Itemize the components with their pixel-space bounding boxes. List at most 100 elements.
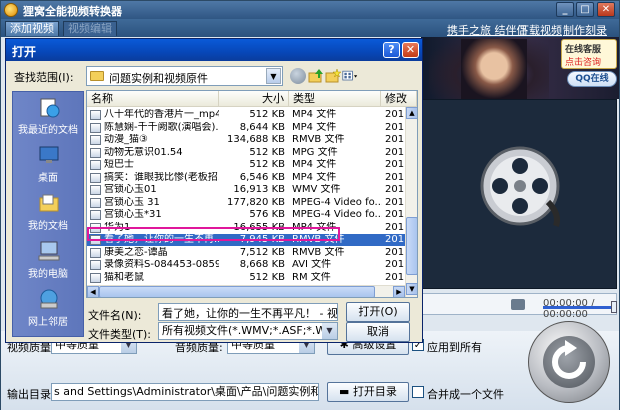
file-row[interactable]: 短巴士 512 KB MP4 文件 2011- (87, 159, 405, 171)
file-modified: 2011- (385, 221, 405, 233)
file-row[interactable]: 华为1 16,655 KB MP4 文件 2011- (87, 222, 405, 234)
online-service-label: 在线客服 (565, 45, 602, 55)
file-name: 八十年代的香港片一_mp4 (104, 109, 219, 120)
dialog-title: 打开 (12, 45, 37, 59)
dialog-close-button[interactable]: ✕ (402, 42, 419, 58)
dialog-titlebar: 打开 ? ✕ (6, 39, 422, 61)
new-folder-icon[interactable] (325, 68, 341, 84)
app-titlebar: 狸窝全能视频转换器 _ □ ✕ (1, 1, 619, 19)
place-recent[interactable]: 我最近的文档 (13, 94, 83, 140)
file-type: MP4 文件 (292, 121, 337, 133)
file-name: 短巴士 (104, 159, 134, 170)
place-network[interactable]: 网上邻居 (13, 286, 83, 332)
mpeg4-file-icon (90, 210, 101, 220)
app-logo-icon (4, 3, 18, 17)
scroll-right-icon[interactable]: ▶ (393, 286, 405, 297)
place-my-documents[interactable]: 我的文档 (13, 190, 83, 236)
file-type: MP4 文件 (292, 221, 337, 233)
filetype-select[interactable]: 所有视频文件(*.WMV;*.ASF;*.WMA;*.AVI; ▼ (158, 322, 338, 340)
open-dir-button[interactable]: ▬ 打开目录 (327, 382, 409, 402)
file-row[interactable]: 录像资料S-084453-085952... 8,668 KB AVI 文件 2011… (87, 259, 405, 271)
apply-all-label: 应用到所有 (427, 341, 482, 354)
file-type: MP4 文件 (292, 171, 337, 183)
file-type: RMVB 文件 (292, 234, 345, 245)
file-row[interactable]: 陈慧娴-千千阙歌(演唱会)... 8,644 KB MP4 文件 2011- (87, 122, 405, 134)
qq-online-button[interactable]: QQ在线 (567, 71, 617, 87)
file-row[interactable]: 宫锁心玉 31 177,820 KB MPEG-4 Video fo...2011- (87, 197, 405, 209)
column-name-header[interactable]: 名称 (87, 91, 219, 107)
file-list[interactable]: 名称 大小 类型 修改 八十年代的香港片一_mp4 512 KB MP4 文件 201… (86, 90, 418, 298)
place-label: 桌面 (38, 173, 58, 184)
tab-add-video[interactable]: 添加视频 (5, 21, 59, 36)
file-modified: 2011- (385, 234, 405, 245)
file-size: 512 KB (249, 271, 285, 283)
file-name: 搞笑：谁眼我比惨(老板招... (104, 171, 219, 183)
scroll-up-icon[interactable]: ▲ (406, 107, 417, 119)
volume-knob[interactable] (611, 301, 617, 313)
chevron-down-icon: ▼ (266, 68, 281, 84)
open-button[interactable]: 打开(O) (346, 302, 410, 322)
file-row[interactable]: 看了她，让你的一生不再... 7,945 KB RMVB 文件 2011- (87, 234, 405, 246)
minimize-button[interactable]: _ (556, 2, 574, 17)
close-button[interactable]: ✕ (597, 2, 615, 17)
place-label: 我最近的文档 (18, 125, 78, 136)
output-dir-input[interactable]: s and Settings\Administrator\桌面\产品\问题实例和… (51, 383, 319, 401)
file-row[interactable]: 动漫_猫③ 134,688 KB RMVB 文件 2011- (87, 134, 405, 146)
folder-icon: ▬ (339, 385, 353, 398)
file-modified: 2011- (385, 196, 405, 208)
link-download-video[interactable]: 下载视频 (518, 22, 562, 38)
file-name: 康美之恋-谭晶 (104, 246, 168, 258)
place-label: 网上邻居 (28, 317, 68, 328)
merge-checkbox[interactable] (412, 386, 424, 398)
file-row[interactable]: 猫和老鼠 512 KB RM 文件 2011- (87, 272, 405, 284)
file-row[interactable]: 搞笑：谁眼我比惨(老板招... 6,546 KB MP4 文件 2011- (87, 172, 405, 184)
scroll-left-icon[interactable]: ◀ (87, 286, 99, 297)
place-desktop[interactable]: 桌面 (13, 142, 83, 188)
scroll-thumb[interactable] (99, 286, 375, 297)
file-name: 宫锁心玉 31 (104, 196, 160, 208)
horizontal-scrollbar[interactable]: ◀ ▶ (87, 285, 405, 297)
tab-video-edit[interactable]: 视频编辑 (63, 21, 117, 36)
convert-button[interactable] (528, 321, 610, 403)
place-my-computer[interactable]: 我的电脑 (13, 238, 83, 284)
file-modified: 2011- (385, 259, 405, 270)
rmvb-file-icon (90, 135, 101, 145)
online-service-button[interactable]: 在线客服 点击咨询 (561, 39, 617, 69)
scroll-thumb[interactable] (406, 217, 417, 275)
help-button[interactable]: ? (383, 42, 400, 58)
file-row[interactable]: 宫锁心玉*31 576 KB MPEG-4 Video fo...2011- (87, 209, 405, 221)
volume-slider[interactable] (543, 306, 611, 309)
mp4-file-icon (90, 160, 101, 170)
back-icon[interactable] (290, 68, 306, 84)
column-type-header[interactable]: 类型 (289, 91, 381, 107)
file-modified: 2011- (385, 134, 405, 145)
view-menu-icon[interactable] (342, 68, 358, 84)
file-type: MPEG-4 Video fo... (292, 196, 382, 208)
maximize-button[interactable]: □ (576, 2, 594, 17)
column-size-header[interactable]: 大小 (219, 91, 289, 107)
file-size: 8,668 KB (239, 259, 285, 270)
app-title: 狸窝全能视频转换器 (23, 5, 122, 18)
file-row[interactable]: 康美之恋-谭晶 7,512 KB RMVB 文件 2011- (87, 247, 405, 259)
scroll-down-icon[interactable]: ▼ (406, 283, 417, 295)
snapshot-camera-icon[interactable] (511, 299, 525, 310)
open-file-dialog: 打开 ? ✕ 查找范围(I): 问题实例和视频原件 ▼ 我最近的文档 桌面 我的… (5, 38, 423, 343)
file-type: MPEG-4 Video fo... (292, 209, 382, 220)
lookin-label: 查找范围(I): (14, 71, 74, 84)
cancel-button[interactable]: 取消 (346, 322, 410, 342)
up-folder-icon[interactable] (308, 68, 324, 84)
file-row[interactable]: 宫锁心玉01 16,913 KB WMV 文件 2011- (87, 184, 405, 196)
filename-input[interactable]: 看了她，让你的一生不再平凡！ - 视频 - (158, 303, 338, 321)
column-modified-header[interactable]: 修改 (381, 91, 417, 107)
mp4-file-icon (90, 122, 101, 133)
link-partner[interactable]: 携手之旅 结伴侣 (447, 22, 528, 38)
output-dir-value: s and Settings\Administrator\桌面\产品\问题实例和… (54, 385, 318, 398)
refresh-icon (552, 340, 586, 379)
file-modified: 2011- (385, 146, 405, 158)
file-row[interactable]: 八十年代的香港片一_mp4 512 KB MP4 文件 2011- (87, 109, 405, 121)
file-row[interactable]: 动物无意识01.54 512 KB MPG 文件 2011- (87, 147, 405, 159)
lookin-select[interactable]: 问题实例和视频原件 ▼ (86, 66, 283, 86)
file-name: 动物无意识01.54 (104, 146, 183, 158)
vertical-scrollbar[interactable]: ▲ ▼ (405, 107, 417, 297)
file-modified: 2011- (385, 121, 405, 133)
